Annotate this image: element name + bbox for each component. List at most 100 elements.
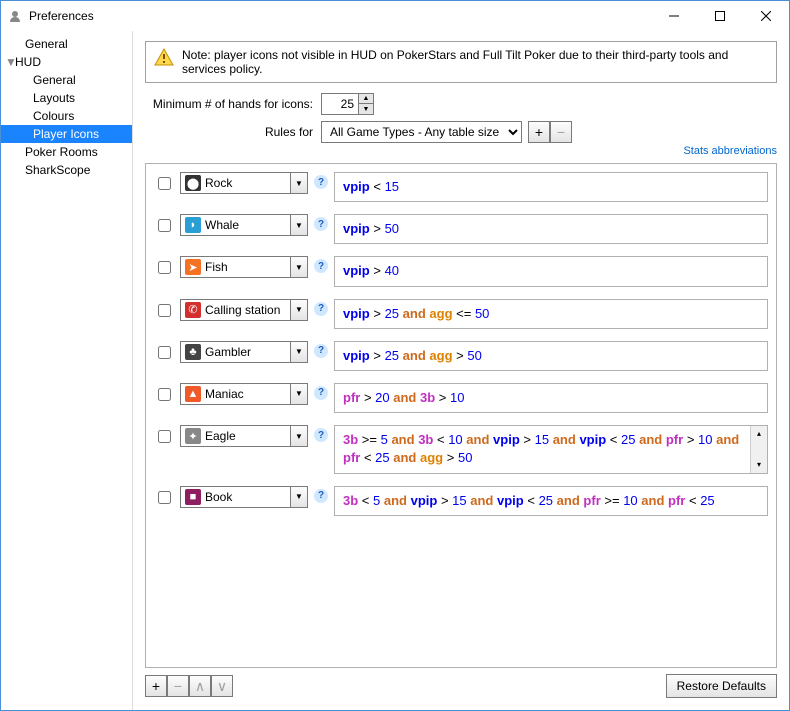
- rule-row: ✦ Eagle▼? 3b >= 5 and 3b < 10 and vpip > 1…: [154, 425, 768, 473]
- rule-checkbox[interactable]: [158, 304, 171, 317]
- remove-rule-button[interactable]: −: [167, 675, 189, 697]
- rule-name-text: Book: [205, 490, 290, 504]
- rule-checkbox[interactable]: [158, 346, 171, 359]
- rule-row: ✆ Calling station▼? vpip > 25 and agg <= 5…: [154, 299, 768, 329]
- move-rule-down-button[interactable]: ∨: [211, 675, 233, 697]
- add-rule-button[interactable]: +: [145, 675, 167, 697]
- rule-name-select[interactable]: ➤ Fish▼: [180, 256, 308, 278]
- rule-icon: ⬤: [185, 175, 201, 191]
- rule-expression[interactable]: pfr > 20 and 3b > 10: [334, 383, 768, 413]
- rule-name-text: Calling station: [205, 303, 290, 317]
- chevron-down-icon[interactable]: ▼: [290, 487, 307, 507]
- rule-checkbox[interactable]: [158, 261, 171, 274]
- sidebar-item-hud-player-icons[interactable]: Player Icons: [1, 125, 132, 143]
- scrollbar[interactable]: ▴▾: [750, 426, 767, 472]
- rule-checkbox[interactable]: [158, 219, 171, 232]
- chevron-down-icon[interactable]: ▼: [290, 342, 307, 362]
- window-title: Preferences: [29, 9, 651, 23]
- rule-expression[interactable]: vpip > 50: [334, 214, 768, 244]
- spinner-down[interactable]: ▼: [359, 104, 373, 114]
- rule-name-text: Eagle: [205, 429, 290, 443]
- add-ruleset-button[interactable]: +: [528, 121, 550, 143]
- rule-icon: ✦: [185, 428, 201, 444]
- rule-name-text: Fish: [205, 260, 290, 274]
- chevron-down-icon[interactable]: ▼: [290, 257, 307, 277]
- rule-icon: ✆: [185, 302, 201, 318]
- rule-checkbox[interactable]: [158, 177, 171, 190]
- rules-for-select[interactable]: All Game Types - Any table size: [321, 121, 522, 143]
- rule-row: ■ Book▼? 3b < 5 and vpip > 15 and vpip < 2…: [154, 486, 768, 516]
- rules-for-label: Rules for: [145, 125, 321, 139]
- maximize-button[interactable]: [697, 1, 743, 31]
- rule-expression[interactable]: vpip > 40: [334, 256, 768, 286]
- rule-name-text: Whale: [205, 218, 290, 232]
- rule-expression[interactable]: vpip > 25 and agg <= 50: [334, 299, 768, 329]
- rule-name-text: Rock: [205, 176, 290, 190]
- sidebar-item-hud-layouts[interactable]: Layouts: [1, 89, 132, 107]
- chevron-down-icon[interactable]: ▼: [290, 300, 307, 320]
- rule-name-select[interactable]: ▲ Maniac▼: [180, 383, 308, 405]
- rule-expression[interactable]: 3b < 5 and vpip > 15 and vpip < 25 and p…: [334, 486, 768, 516]
- rule-expression[interactable]: vpip < 15: [334, 172, 768, 202]
- move-rule-up-button[interactable]: ∧: [189, 675, 211, 697]
- minimize-button[interactable]: [651, 1, 697, 31]
- rule-icon: ▲: [185, 386, 201, 402]
- rule-row: ♣ Gambler▼? vpip > 25 and agg > 50: [154, 341, 768, 371]
- rule-checkbox[interactable]: [158, 491, 171, 504]
- app-icon: [7, 8, 23, 24]
- close-button[interactable]: [743, 1, 789, 31]
- rule-icon: ■: [185, 489, 201, 505]
- help-icon[interactable]: ?: [314, 489, 328, 503]
- min-hands-label: Minimum # of hands for icons:: [145, 97, 321, 111]
- rule-expression[interactable]: 3b >= 5 and 3b < 10 and vpip > 15 and vp…: [334, 425, 768, 473]
- rule-name-select[interactable]: ◗ Whale▼: [180, 214, 308, 236]
- rule-row: ➤ Fish▼? vpip > 40: [154, 256, 768, 286]
- rule-checkbox[interactable]: [158, 430, 171, 443]
- rule-icon: ➤: [185, 259, 201, 275]
- rule-name-select[interactable]: ■ Book▼: [180, 486, 308, 508]
- note-text: Note: player icons not visible in HUD on…: [182, 48, 768, 76]
- help-icon[interactable]: ?: [314, 386, 328, 400]
- rules-panel: ⬤Rock▼?vpip < 15◗Whale▼?vpip > 50➤Fish▼?…: [145, 163, 777, 668]
- note-banner: Note: player icons not visible in HUD on…: [145, 41, 777, 83]
- rule-name-select[interactable]: ♣ Gambler▼: [180, 341, 308, 363]
- help-icon[interactable]: ?: [314, 428, 328, 442]
- rule-name-text: Gambler: [205, 345, 290, 359]
- sidebar-item-sharkscope[interactable]: SharkScope: [1, 161, 132, 179]
- chevron-down-icon[interactable]: ▼: [290, 173, 307, 193]
- rule-icon: ◗: [185, 217, 201, 233]
- help-icon[interactable]: ?: [314, 259, 328, 273]
- rule-name-text: Maniac: [205, 387, 290, 401]
- remove-ruleset-button[interactable]: −: [550, 121, 572, 143]
- chevron-down-icon[interactable]: ▼: [5, 55, 15, 69]
- min-hands-input[interactable]: [322, 94, 358, 114]
- rule-name-select[interactable]: ✆ Calling station▼: [180, 299, 308, 321]
- spinner-up[interactable]: ▲: [359, 94, 373, 104]
- chevron-down-icon[interactable]: ▼: [290, 215, 307, 235]
- chevron-down-icon[interactable]: ▼: [290, 426, 307, 446]
- rule-icon: ♣: [185, 344, 201, 360]
- min-hands-spinner[interactable]: ▲▼: [321, 93, 374, 115]
- rule-row: ⬤ Rock▼? vpip < 15: [154, 172, 768, 202]
- sidebar-item-general[interactable]: General: [1, 35, 132, 53]
- sidebar-item-hud[interactable]: ▼HUD: [1, 53, 132, 71]
- sidebar-item-hud-general[interactable]: General: [1, 71, 132, 89]
- rule-expression[interactable]: vpip > 25 and agg > 50: [334, 341, 768, 371]
- titlebar: Preferences: [1, 1, 789, 31]
- sidebar-item-poker-rooms[interactable]: Poker Rooms: [1, 143, 132, 161]
- rule-row: ▲ Maniac▼? pfr > 20 and 3b > 10: [154, 383, 768, 413]
- chevron-down-icon[interactable]: ▼: [290, 384, 307, 404]
- warning-icon: [154, 48, 174, 66]
- sidebar: General ▼HUD General Layouts Colours Pla…: [1, 31, 133, 710]
- rule-name-select[interactable]: ✦ Eagle▼: [180, 425, 308, 447]
- help-icon[interactable]: ?: [314, 344, 328, 358]
- help-icon[interactable]: ?: [314, 217, 328, 231]
- rule-name-select[interactable]: ⬤ Rock▼: [180, 172, 308, 194]
- sidebar-item-hud-colours[interactable]: Colours: [1, 107, 132, 125]
- stats-abbrev-link[interactable]: Stats abbreviations: [145, 145, 777, 157]
- rule-checkbox[interactable]: [158, 388, 171, 401]
- rule-row: ◗ Whale▼? vpip > 50: [154, 214, 768, 244]
- restore-defaults-button[interactable]: Restore Defaults: [666, 674, 777, 698]
- help-icon[interactable]: ?: [314, 175, 328, 189]
- help-icon[interactable]: ?: [314, 302, 328, 316]
